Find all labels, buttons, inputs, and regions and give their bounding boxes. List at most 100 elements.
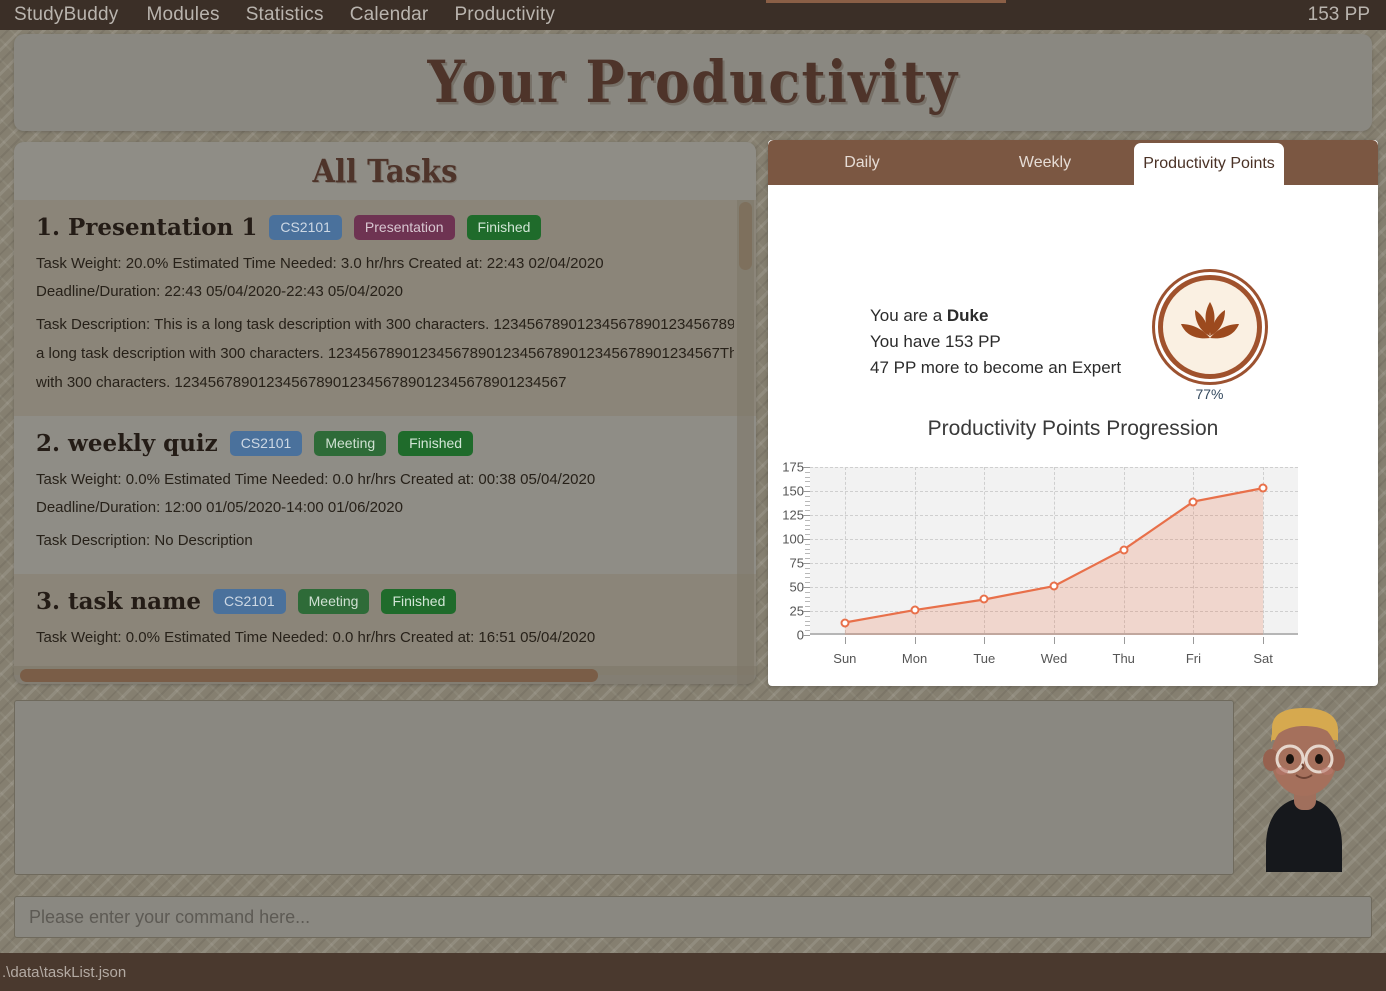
chart-data-point[interactable] [1119,545,1129,555]
chart-x-tick-mark [984,637,986,644]
chart-y-tick-minor [805,519,810,521]
chart-y-tick-label: 0 [796,627,804,643]
chart-y-tick-minor [805,500,810,502]
chart-y-tick-mark [803,587,810,588]
task-description-line: Task Description: This is a long task de… [36,316,734,333]
chart-y-tick-minor [805,543,810,545]
rank-summary-area: You are a Duke You have 153 PP 47 PP mor… [768,185,1378,415]
tasks-vertical-scrollbar-thumb[interactable] [739,202,752,270]
app-background: StudyBuddy Modules Statistics Calendar P… [0,0,1386,991]
chart-y-tick-label: 100 [782,531,804,547]
rank-badge-ring [1157,275,1262,379]
lotus-icon [1180,302,1239,339]
task-list-item[interactable]: 1. Presentation 1 CS2101 Presentation Fi… [14,200,756,416]
chart-y-tick-minor [805,620,810,622]
chart-y-tick-minor [805,529,810,531]
tasks-horizontal-scrollbar[interactable] [14,666,756,684]
task-meta-line: Task Weight: 0.0% Estimated Time Needed:… [36,470,596,488]
task-meta-line: Task Weight: 0.0% Estimated Time Needed:… [36,628,596,646]
task-description-line: Task Description: No Description [36,531,253,549]
chart-y-tick-minor [805,524,810,526]
rank-name: Duke [946,306,989,325]
chart-y-tick-mark [803,635,810,636]
rank-line-title: You are a Duke [870,303,1121,329]
chart-y-tick-minor [805,510,810,512]
chart-title: Productivity Points Progression [927,417,1219,440]
chart-y-tick-minor [805,625,810,627]
chart-y-tick-mark [803,563,810,564]
chart-x-tick-mark [1193,637,1195,644]
chart-data-point[interactable] [840,618,850,628]
chart-x-tick-label: Wed [1040,651,1068,666]
chart-x-tick-mark [1123,637,1125,644]
chart-y-tick-label: 75 [789,555,804,571]
task-title-row: 1. Presentation 1 CS2101 Presentation Fi… [36,214,734,241]
task-deadline-line: Deadline/Duration: 12:00 01/05/2020-14:0… [36,498,403,516]
chart-y-tick-minor [805,548,810,550]
avatar [1238,706,1370,872]
rank-badge: 77% [1157,275,1262,402]
chart-data-point[interactable] [1188,497,1198,507]
task-meta-line: Task Weight: 20.0% Estimated Time Needed… [36,255,604,272]
chart-y-tick-minor [805,582,810,584]
task-name: task name [68,587,202,615]
chart-data-point[interactable] [979,594,989,604]
chart-x-tick-mark [914,637,916,644]
output-display-box [14,700,1234,875]
tasks-scroll-area[interactable]: 1. Presentation 1 CS2101 Presentation Fi… [14,200,756,684]
chart-y-tick-mark [803,611,810,612]
chart-y-tick-label: 50 [789,579,804,595]
rank-line-prefix: You are a [870,306,947,325]
chart-x-tick-mark [1054,637,1055,644]
tab-productivity-points[interactable]: Productivity Points [1134,143,1284,185]
task-index: 1. [36,214,61,241]
menu-item-statistics[interactable]: Statistics [246,4,324,26]
chart-y-tick-label: 150 [782,483,804,499]
tasks-horizontal-scrollbar-thumb[interactable] [20,669,598,682]
task-module-pill: CS2101 [269,215,342,240]
task-type-pill: Meeting [314,430,387,456]
chart-y-tick-minor [805,534,810,536]
chart-data-point[interactable] [910,605,920,615]
tasks-panel: All Tasks 1. Presentation 1 CS2101 Prese… [14,142,756,684]
chart-y-tick-minor [805,577,810,579]
chart-y-tick-mark [803,539,810,540]
task-status-pill: Finished [381,588,457,614]
chart-area-fill [844,488,1264,635]
chart-y-tick-mark [803,467,810,468]
chart-y-tick-mark [803,491,810,492]
page-title: Your Productivity [427,48,959,117]
menu-bar: StudyBuddy Modules Statistics Calendar P… [0,0,1386,30]
rank-line-next: 47 PP more to become an Expert [870,358,1122,377]
menu-item-studybuddy[interactable]: StudyBuddy [14,4,118,26]
menu-item-calendar[interactable]: Calendar [350,4,429,26]
chart-y-tick-minor [805,615,810,617]
chart-data-point[interactable] [1258,483,1268,493]
tasks-header-title: All Tasks [312,152,458,190]
chart-data-point[interactable] [1049,581,1059,591]
chart-y-tick-mark [803,515,810,516]
pp-counter: 153 PP [1307,4,1370,25]
task-index: 2. [36,429,61,457]
chart-x-tick-label: Mon [901,651,928,666]
task-status-pill: Finished [466,215,542,240]
menu-item-productivity[interactable]: Productivity [454,4,555,26]
task-module-pill: CS2101 [229,430,303,456]
task-description-line: with 300 characters. 1234567890123456789… [36,373,567,391]
rank-text-block: You are a Duke You have 153 PP 47 PP mor… [870,303,1121,381]
task-list-item[interactable]: 2. weekly quiz CS2101 Meeting Finished T… [14,415,756,574]
tasks-vertical-scrollbar[interactable] [737,200,754,684]
chart-y-tick-label: 125 [782,507,804,523]
chart-x-tick-mark [1263,637,1265,644]
command-input[interactable]: Please enter your command here... [14,896,1372,938]
tab-daily[interactable]: Daily [768,140,956,185]
menu-item-modules[interactable]: Modules [146,4,219,26]
rank-line-points: You have 153 PP [870,332,1001,351]
chart-y-tick-minor [805,471,810,473]
chart-x-tick-label: Fri [1185,651,1202,666]
task-list-item[interactable]: 3. task name CS2101 Meeting Finished Tas… [14,573,756,675]
tab-weekly[interactable]: Weekly [956,140,1134,185]
status-bar: .\data\taskList.json [0,953,1386,991]
menubar-accent-strip [766,0,1006,3]
chart-y-tick-minor [805,601,810,603]
